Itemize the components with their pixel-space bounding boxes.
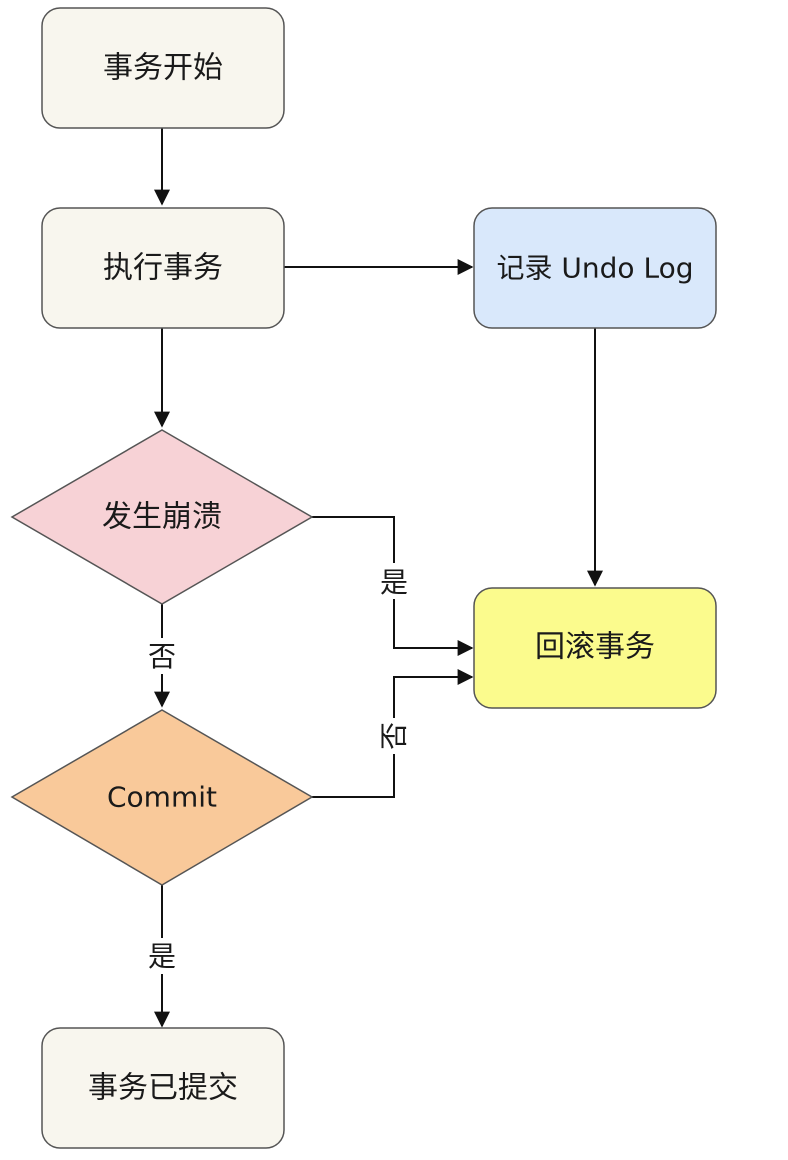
node-crash-decision-label: 发生崩溃 <box>102 500 222 535</box>
node-crash-decision: 发生崩溃 <box>10 429 314 605</box>
edge-label-commit-no: 否 <box>378 722 411 750</box>
edge-label-commit-yes: 是 <box>148 940 176 973</box>
node-transaction-start: 事务开始 <box>41 7 285 129</box>
node-record-undo-log: 记录 Undo Log <box>473 207 717 329</box>
node-commit-decision-label: Commit <box>107 781 217 814</box>
node-commit-decision: Commit <box>10 709 314 886</box>
edge-label-crash-yes: 是 <box>380 566 408 599</box>
node-transaction-committed: 事务已提交 <box>41 1027 285 1149</box>
node-transaction-start-label: 事务开始 <box>103 51 223 86</box>
node-transaction-committed-label: 事务已提交 <box>88 1071 238 1106</box>
node-execute-transaction-label: 执行事务 <box>103 251 223 286</box>
node-rollback-transaction: 回滚事务 <box>473 587 717 709</box>
node-execute-transaction: 执行事务 <box>41 207 285 329</box>
flowchart: 是 否 否 是 事务开始 执行事务 记录 Undo Log 发生崩溃 回滚事务 … <box>10 7 717 1149</box>
node-rollback-transaction-label: 回滚事务 <box>535 630 655 665</box>
edge-label-crash-no: 否 <box>148 640 176 673</box>
node-record-undo-log-label: 记录 Undo Log <box>497 252 694 285</box>
